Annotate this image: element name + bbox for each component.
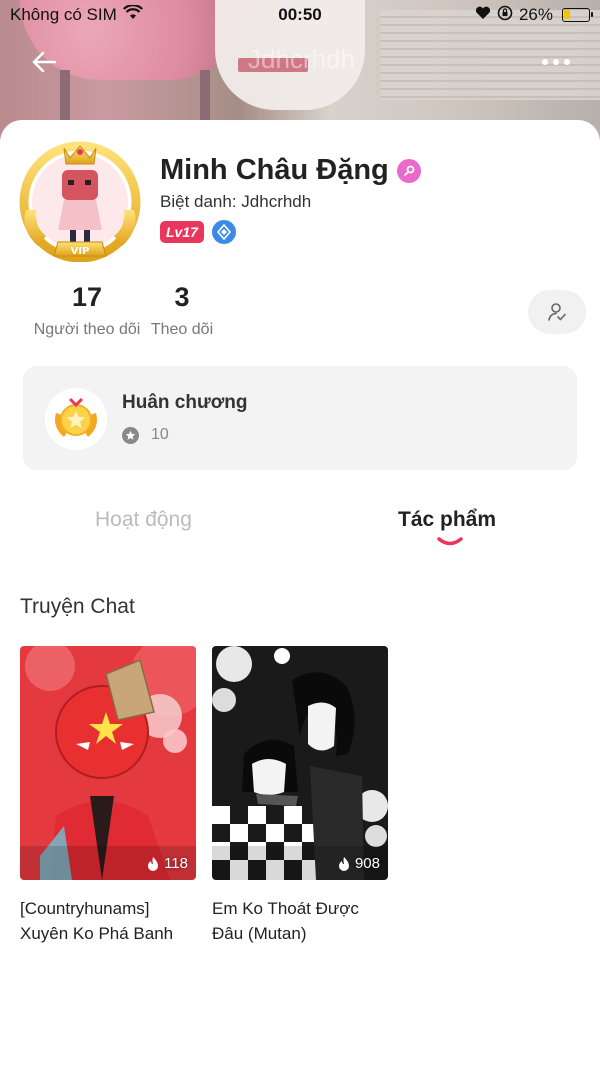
story-views: 908 (337, 855, 380, 872)
tab-works[interactable]: Tác phẩm (398, 508, 496, 532)
star-icon (122, 426, 139, 444)
cover-faded-name: Jdhcrhdh (248, 44, 355, 74)
medals-count: 10 (151, 426, 169, 443)
medals-section[interactable]: Huân chương 10 (23, 366, 577, 470)
level-badge: Lv17 (160, 221, 204, 243)
fire-icon (338, 856, 349, 871)
tab-activity[interactable]: Hoạt động (95, 508, 192, 532)
carrier-label: Không có SIM (10, 5, 117, 24)
badges-row: Lv17 (160, 220, 236, 244)
story-cover-image: 908 (212, 646, 388, 880)
active-tab-indicator (437, 537, 463, 546)
orientation-lock-icon (497, 5, 513, 26)
battery-icon (562, 8, 593, 22)
section-title: Truyện Chat (20, 595, 135, 618)
medal-icon (45, 388, 107, 450)
story-title: [Countryhunams] Xuyên Ko Phá Banh (20, 899, 174, 943)
profile-name: Minh Châu Đặng (160, 154, 421, 187)
followers-count: 17 (71, 282, 103, 312)
following-count: 3 (174, 282, 190, 312)
status-bar: Không có SIM 00:50 26% (0, 0, 600, 30)
vip-label: VIP (71, 246, 90, 257)
profile-card: VIP Minh Châu Đặng Biệt danh: Jdhcrhdh L… (0, 120, 600, 1067)
arrow-left-icon (32, 51, 57, 73)
user-check-icon (548, 303, 566, 321)
more-horizontal-icon (542, 59, 548, 65)
story-views: 118 (146, 855, 188, 872)
story-cover-image: 118 (20, 646, 196, 880)
vip-avatar-frame-icon: VIP (19, 141, 141, 263)
medals-title: Huân chương (122, 392, 248, 413)
medals-count-row: 10 (122, 426, 169, 444)
followers-stat[interactable]: 17 Người theo dõi (28, 282, 146, 339)
wifi-icon (122, 4, 143, 25)
story-card[interactable]: 908 Em Ko Thoát Được Đâu (Mutan) (212, 646, 388, 946)
nickname: Biệt danh: Jdhcrhdh (160, 192, 312, 211)
followers-label: Người theo dõi (33, 321, 141, 338)
back-button[interactable] (26, 44, 62, 80)
battery-percent: 26% (518, 5, 553, 24)
avatar[interactable]: VIP (18, 138, 142, 263)
heart-icon (475, 5, 491, 25)
key-badge-icon (396, 158, 421, 183)
following-label: Theo dõi (150, 321, 214, 338)
follow-button[interactable] (528, 290, 586, 334)
profile-name-text: Minh Châu Đặng (160, 154, 389, 186)
more-button[interactable] (536, 48, 576, 76)
following-stat[interactable]: 3 Theo dõi (146, 282, 218, 339)
verified-badge-icon (211, 220, 236, 244)
story-title: Em Ko Thoát Được Đâu (Mutan) (212, 899, 359, 943)
fire-icon (148, 856, 159, 871)
story-card[interactable]: 118 [Countryhunams] Xuyên Ko Phá Banh (20, 646, 196, 946)
